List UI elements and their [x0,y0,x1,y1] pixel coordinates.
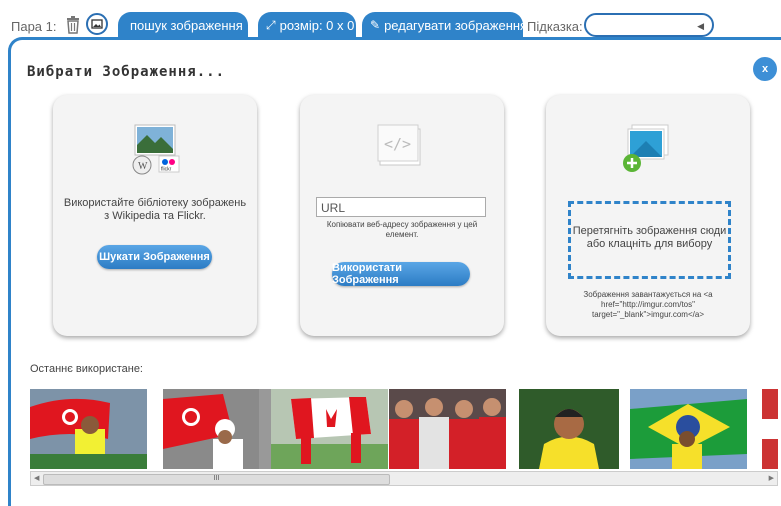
recent-label: Останнє використане: [30,363,143,375]
dialog-title: Вибрати Зображення... [27,64,226,80]
recent-thumbnail-4[interactable] [389,389,506,469]
wikipedia-flickr-icon: W flickr [132,124,180,175]
upload-card: Перетягніть зображення сюди або клацніть… [546,95,750,336]
size-button[interactable]: ⤢ розмір: 0 x 0 [258,12,356,38]
scroll-right-icon[interactable]: ▶ [769,474,774,482]
size-label: розмір: 0 x 0 [279,17,355,33]
url-description-1: Копіювати веб-адресу зображення у цей [326,220,478,229]
drop-zone-text-2: або клацніть для вибору [586,238,713,250]
image-icon [91,19,103,29]
close-button[interactable]: x [753,57,777,81]
edit-image-button[interactable]: ✎ редагувати зображення [362,12,527,38]
url-description-2: елемент. [385,230,419,239]
upload-note-3: target="_blank">imgur.com</a> [592,310,704,319]
code-icon: </> [377,124,421,166]
recent-thumbnail-5[interactable] [519,389,619,469]
speaker-icon[interactable]: ◀ [697,21,704,32]
recent-thumbnail-7[interactable] [762,389,778,469]
upload-note-2: href="http://imgur.com/tos" [601,300,695,309]
recent-thumbnail-2[interactable] [163,389,280,469]
edit-image-label: редагувати зображення [384,17,528,33]
search-images-button[interactable]: Шукати Зображення [97,245,212,269]
search-image-button[interactable]: пошук зображення [118,12,248,38]
scroll-left-icon[interactable]: ◀ [34,474,39,482]
thumbnails-scrollbar[interactable]: ◀ III ▶ [30,471,778,486]
url-placeholder: URL [321,201,346,215]
drop-zone[interactable]: Перетягніть зображення сюди або клацніть… [568,201,731,279]
recent-thumbnail-6[interactable] [630,389,747,469]
resize-icon: ⤢ [266,17,276,32]
pair-label: Пара 1: [11,19,57,34]
use-image-button[interactable]: Використати Зображення [332,262,470,286]
url-input[interactable]: URL [316,197,486,217]
library-description-2: з Wikipedia та Flickr. [104,210,206,222]
drop-zone-text-1: Перетягніть зображення сюди [572,225,727,237]
hint-input[interactable]: ◀ [584,13,714,37]
trash-icon[interactable] [66,16,80,34]
recent-thumbnail-3[interactable] [271,389,388,469]
upload-image-icon [623,124,669,172]
library-description-1: Використайте бібліотеку зображень [63,197,247,209]
image-button[interactable] [86,13,108,35]
scroll-thumb[interactable]: III [43,474,390,485]
library-card: W flickr Використайте бібліотеку зображе… [53,95,257,336]
upload-note-1: Зображення завантажується на <a [583,290,713,299]
svg-text:W: W [138,161,148,172]
recent-thumbnail-1[interactable] [30,389,147,469]
search-image-label: пошук зображення [130,17,243,33]
edit-icon: ✎ [370,18,381,32]
flickr-caption: flickr [161,167,172,173]
url-card: </> URL Копіювати веб-адресу зображення … [300,95,504,336]
hint-label: Підказка: [527,19,583,34]
svg-text:</>: </> [384,135,411,153]
